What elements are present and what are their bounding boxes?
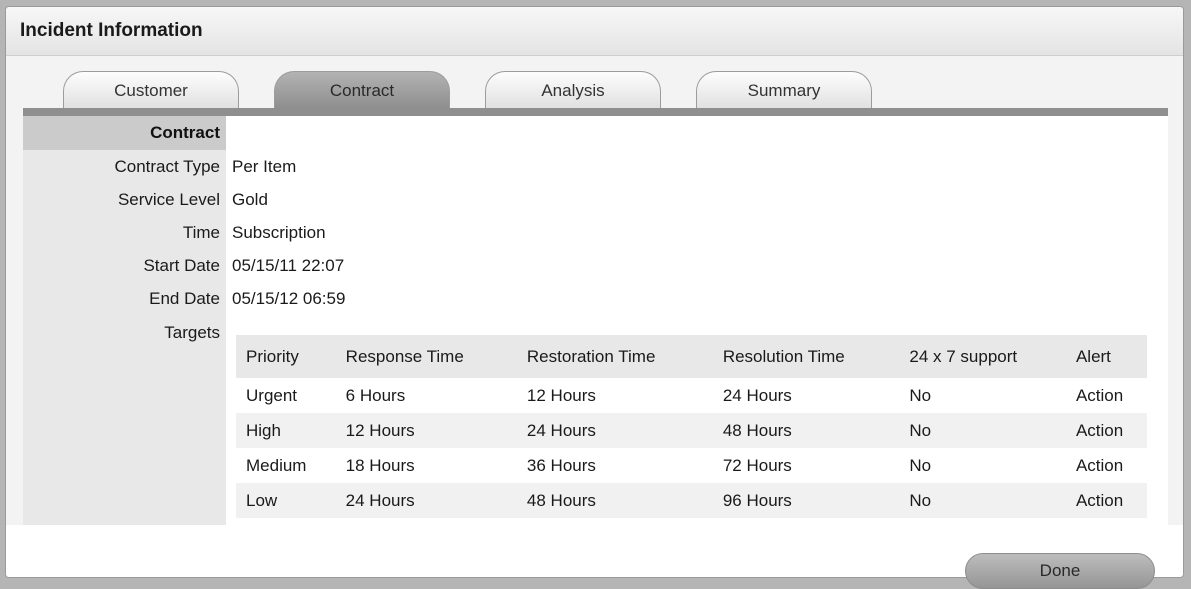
table-cell: 24 Hours — [345, 490, 415, 510]
end-date-value: 05/15/12 06:59 — [232, 289, 346, 308]
table-row: Urgent 6 Hours 12 Hours 24 Hours No Acti… — [236, 378, 1147, 413]
table-cell: 72 Hours — [722, 455, 792, 475]
table-cell: 48 Hours — [526, 490, 596, 510]
column-header-response-time: Response Time — [345, 346, 464, 366]
table-cell: Urgent — [246, 385, 298, 405]
table-row: Medium 18 Hours 36 Hours 72 Hours No Act… — [236, 448, 1147, 483]
end-date-label: End Date — [149, 289, 220, 308]
table-cell: 6 Hours — [345, 385, 406, 405]
table-cell: Medium — [246, 455, 307, 475]
start-date-label: Start Date — [143, 256, 220, 275]
tab-summary[interactable]: Summary — [696, 71, 872, 109]
table-cell: 18 Hours — [345, 455, 415, 475]
table-cell: Action — [1075, 420, 1124, 440]
incident-information-window: Incident Information Customer Contract A… — [5, 6, 1184, 578]
table-cell: Low — [246, 490, 278, 510]
table-cell: 96 Hours — [722, 490, 792, 510]
table-cell: No — [909, 420, 932, 440]
table-cell: No — [909, 385, 932, 405]
label-column — [23, 116, 226, 525]
column-header-alert: Alert — [1075, 346, 1111, 366]
start-date-value: 05/15/11 22:07 — [232, 256, 345, 275]
time-value: Subscription — [232, 223, 326, 242]
tab-customer[interactable]: Customer — [63, 71, 239, 109]
table-cell: 48 Hours — [722, 420, 792, 440]
table-cell: High — [246, 420, 281, 440]
table-cell: Action — [1075, 385, 1124, 405]
table-header-row: Priority Response Time Restoration Time … — [236, 335, 1147, 378]
targets-label: Targets — [164, 323, 220, 342]
section-title: Contract — [150, 123, 220, 142]
contract-type-label: Contract Type — [114, 157, 220, 176]
table-cell: 24 Hours — [526, 420, 596, 440]
column-header-priority: Priority — [246, 346, 299, 366]
table-cell: 12 Hours — [345, 420, 415, 440]
tab-contract[interactable]: Contract — [274, 71, 450, 109]
service-level-label: Service Level — [117, 190, 220, 209]
table-cell: 12 Hours — [526, 385, 596, 405]
table-cell: No — [909, 490, 932, 510]
service-level-value: Gold — [232, 190, 268, 209]
column-header-resolution-time: Resolution Time — [722, 346, 845, 366]
table-row: Low 24 Hours 48 Hours 96 Hours No Action — [236, 483, 1147, 518]
targets-table: Priority Response Time Restoration Time … — [236, 335, 1147, 518]
contract-type-value: Per Item — [232, 157, 297, 176]
table-cell: No — [909, 455, 932, 475]
section-header: Contract — [23, 116, 226, 150]
table-cell: 24 Hours — [722, 385, 792, 405]
tab-analysis[interactable]: Analysis — [485, 71, 661, 109]
table-cell: 36 Hours — [526, 455, 596, 475]
table-row: High 12 Hours 24 Hours 48 Hours No Actio… — [236, 413, 1147, 448]
contract-panel: Contract Contract Type Per Item Service … — [23, 116, 1168, 525]
table-cell: Action — [1075, 490, 1124, 510]
window-title: Incident Information — [6, 7, 1183, 56]
table-cell: Action — [1075, 455, 1124, 475]
tab-divider — [23, 108, 1168, 116]
time-label: Time — [182, 223, 220, 242]
column-header-24x7-support: 24 x 7 support — [909, 346, 1018, 366]
column-header-restoration-time: Restoration Time — [526, 346, 656, 366]
